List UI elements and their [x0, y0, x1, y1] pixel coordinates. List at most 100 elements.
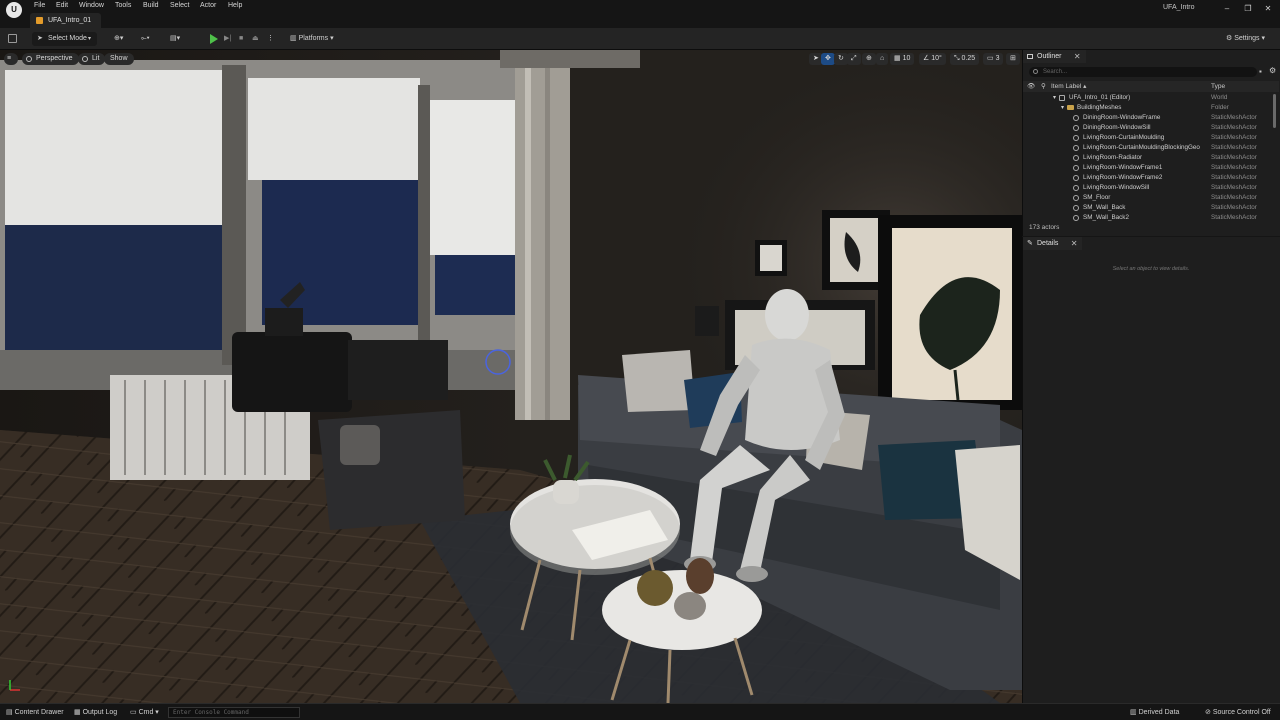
cmd-dropdown[interactable]: ▭ Cmd ▾ [130, 708, 159, 716]
restore-icon[interactable]: ❐ [1238, 2, 1258, 16]
terminal-icon: ▭ [130, 709, 139, 716]
level-tab[interactable]: UFA_Intro_01 [30, 13, 102, 28]
list-item[interactable]: ▾ BuildingMeshes Folder [1023, 103, 1273, 113]
select-mode-dropdown[interactable]: ➤ Select Mode ▾ [32, 32, 97, 46]
viewport-menu-button[interactable]: ≡ [4, 53, 18, 65]
list-item[interactable]: LivingRoom-WindowSill StaticMeshActor [1023, 183, 1273, 193]
add-content-icon[interactable]: ⊕▾ [114, 32, 123, 46]
level-icon [36, 17, 43, 24]
list-item[interactable]: LivingRoom-CurtainMouldingBlockingGeo St… [1023, 143, 1273, 153]
static-mesh-icon [1073, 125, 1079, 131]
menu-select[interactable]: Select [170, 2, 189, 9]
list-item[interactable]: LivingRoom-WindowFrame1 StaticMeshActor [1023, 163, 1273, 173]
console-command-input[interactable]: Enter Console Command [168, 707, 300, 718]
gear-icon[interactable]: ⚙ [1269, 66, 1276, 75]
outliner-tab-label: Outliner [1037, 53, 1062, 60]
perspective-button[interactable]: Perspective [22, 53, 79, 65]
chevron-down-icon: ▾ [1261, 35, 1265, 42]
pin-icon[interactable]: ⚲ [1041, 81, 1046, 92]
rotate-tool-icon[interactable]: ↻ [834, 53, 848, 65]
stop-icon[interactable]: ■ [239, 32, 243, 46]
perspective-label: Perspective [36, 55, 73, 62]
list-item[interactable]: LivingRoom-CurtainMoulding StaticMeshAct… [1023, 133, 1273, 143]
close-icon[interactable]: ✕ [1074, 50, 1081, 63]
item-type: StaticMeshActor [1211, 144, 1257, 151]
step-icon[interactable]: ▶| [224, 32, 231, 46]
chevron-down-icon: ▾ [88, 36, 92, 42]
save-icon[interactable] [8, 34, 17, 43]
rotation-snap-value: 10° [931, 55, 942, 62]
play-icon[interactable] [210, 34, 218, 44]
menu-help[interactable]: Help [228, 2, 242, 9]
cinematics-icon[interactable]: ▤▾ [170, 32, 180, 46]
console-placeholder: Enter Console Command [173, 709, 249, 716]
item-type: Folder [1211, 104, 1229, 111]
add-folder-icon[interactable]: ▪ [1259, 67, 1262, 76]
eject-icon[interactable]: ⏏ [252, 32, 259, 46]
item-type: StaticMeshActor [1211, 184, 1257, 191]
list-item[interactable]: DiningRoom-WindowFrame StaticMeshActor [1023, 113, 1273, 123]
translate-tool-icon[interactable]: ✥ [821, 53, 835, 65]
menu-edit[interactable]: Edit [56, 2, 68, 9]
blueprint-icon[interactable]: ⟜▾ [141, 32, 150, 46]
static-mesh-icon [1073, 135, 1079, 141]
source-control-button[interactable]: ⊘ Source Control Off [1205, 708, 1271, 716]
scale-tool-icon[interactable]: ⤢ [847, 53, 861, 65]
menu-actor[interactable]: Actor [200, 2, 216, 9]
viewport-layout-icon[interactable]: ⊞ [1006, 53, 1020, 65]
menu-build[interactable]: Build [143, 2, 159, 9]
scale-snap-button[interactable]: ⤡ 0.25 [950, 53, 980, 65]
level-viewport[interactable]: ≡ Perspective Lit Show ➤ ✥ ↻ ⤢ ⊕ ⌂ ▦ 10 … [0, 50, 1022, 703]
search-icon [1033, 69, 1038, 74]
show-button[interactable]: Show [104, 53, 134, 65]
static-mesh-icon [1073, 205, 1079, 211]
details-tab[interactable]: ✎ Details ✕ [1023, 237, 1083, 250]
type-header[interactable]: Type [1211, 81, 1225, 92]
list-item[interactable]: SM_Wall_Back StaticMeshActor [1023, 203, 1273, 213]
lit-mode-button[interactable]: Lit [78, 53, 106, 65]
output-log-button[interactable]: ▦ Output Log [74, 708, 117, 716]
close-icon[interactable]: ✕ [1258, 2, 1278, 16]
close-icon[interactable]: ✕ [1071, 237, 1078, 250]
grid-snap-button[interactable]: ▦ 10 [890, 53, 915, 65]
item-label: LivingRoom-Radiator [1083, 154, 1143, 161]
list-item[interactable]: LivingRoom-Radiator StaticMeshActor [1023, 153, 1273, 163]
list-item[interactable]: SM_Floor StaticMeshActor [1023, 193, 1273, 203]
world-space-icon[interactable]: ⊕ [862, 53, 876, 65]
derived-data-button[interactable]: ▥ Derived Data [1130, 708, 1179, 716]
minimize-icon[interactable]: – [1217, 2, 1237, 16]
chevron-down-icon: ▾ [153, 709, 159, 716]
details-panel: ✎ Details ✕ Select an object to view det… [1022, 237, 1280, 703]
menu-file[interactable]: File [34, 2, 45, 9]
list-item[interactable]: ▾ UFA_Intro_01 (Editor) World [1023, 93, 1273, 103]
visibility-icon[interactable]: 👁 [1027, 81, 1035, 92]
more-options-icon[interactable]: ⋮ [267, 32, 274, 46]
outliner-search-input[interactable]: Search... [1029, 67, 1257, 77]
platforms-button[interactable]: ▥ Platforms ▾ [290, 32, 334, 46]
outliner-scrollbar[interactable] [1273, 94, 1276, 128]
item-type: StaticMeshActor [1211, 114, 1257, 121]
status-bar: ▤ Content Drawer ▦ Output Log ▭ Cmd ▾ En… [0, 703, 1280, 720]
select-mode-label: Select Mode [48, 35, 87, 42]
menu-tools[interactable]: Tools [115, 2, 131, 9]
item-label-header[interactable]: Item Label ▴ [1051, 81, 1086, 92]
output-log-label: Output Log [82, 709, 118, 716]
rotation-snap-button[interactable]: ∠ 10° [919, 53, 946, 65]
settings-label: Settings [1234, 35, 1260, 42]
lit-icon [82, 56, 88, 62]
item-type: StaticMeshActor [1211, 164, 1257, 171]
menu-window[interactable]: Window [79, 2, 104, 9]
item-type: StaticMeshActor [1211, 204, 1257, 211]
content-drawer-button[interactable]: ▤ Content Drawer [6, 708, 64, 716]
item-label: LivingRoom-WindowSill [1083, 184, 1150, 191]
gear-icon: ⚙ [1226, 35, 1235, 42]
list-item[interactable]: SM_Wall_Back2 StaticMeshActor [1023, 213, 1273, 221]
camera-speed-button[interactable]: ▭ 3 [983, 53, 1004, 65]
settings-button[interactable]: ⚙ Settings ▾ [1226, 32, 1265, 46]
outliner-icon [1027, 54, 1033, 59]
list-item[interactable]: LivingRoom-WindowFrame2 StaticMeshActor [1023, 173, 1273, 183]
list-item[interactable]: DiningRoom-WindowSill StaticMeshActor [1023, 123, 1273, 133]
surface-snap-icon[interactable]: ⌂ [876, 53, 889, 65]
outliner-tab[interactable]: Outliner ✕ [1023, 50, 1086, 63]
source-control-icon: ⊘ [1205, 709, 1213, 716]
